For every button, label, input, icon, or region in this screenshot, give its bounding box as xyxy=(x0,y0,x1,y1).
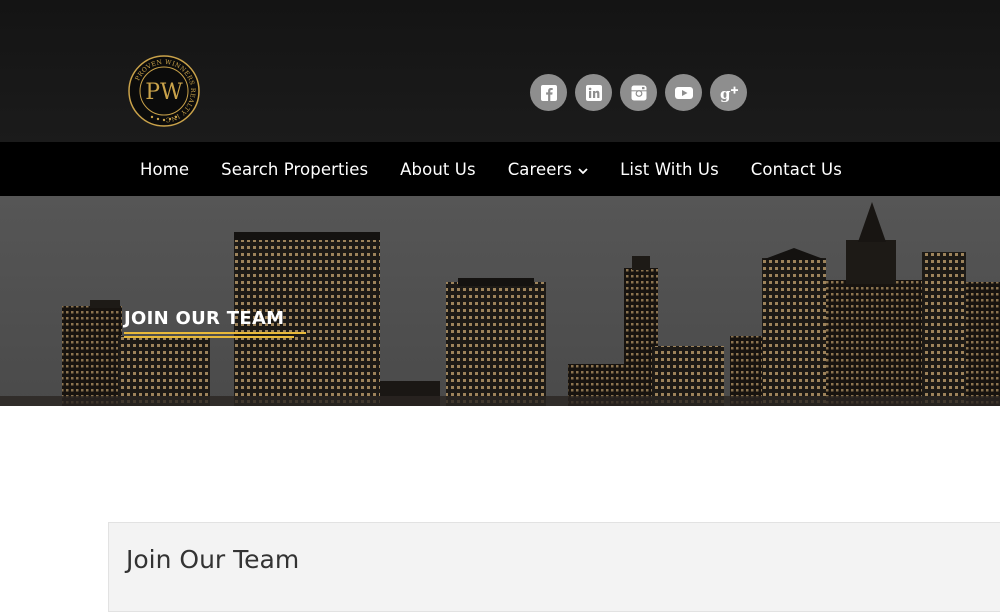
nav-item-careers[interactable]: Careers xyxy=(508,160,588,179)
nav-item-label: List With Us xyxy=(620,159,719,179)
svg-text:g: g xyxy=(720,85,731,102)
page-title: Join Our Team xyxy=(126,545,300,574)
hero-title-underline xyxy=(124,332,306,338)
main-nav: Home Search Properties About Us Careers … xyxy=(0,142,1000,196)
facebook-button[interactable] xyxy=(530,74,567,111)
nav-item-contact-us[interactable]: Contact Us xyxy=(751,160,842,179)
linkedin-button[interactable] xyxy=(575,74,612,111)
social-links: g xyxy=(530,74,747,111)
nav-item-about-us[interactable]: About Us xyxy=(400,160,476,179)
facebook-icon xyxy=(540,84,557,101)
logo-initials: PW xyxy=(145,80,183,105)
youtube-icon xyxy=(674,86,693,99)
content-panel: Join Our Team xyxy=(108,522,1000,612)
nav-item-label: Contact Us xyxy=(750,159,842,179)
chevron-down-icon xyxy=(578,160,588,179)
nav-item-label: Home xyxy=(140,159,190,179)
google-plus-icon: g xyxy=(720,85,738,102)
nav-item-list-with-us[interactable]: List With Us xyxy=(620,160,719,179)
city-skyline-image xyxy=(0,196,1000,406)
nav-item-search-properties[interactable]: Search Properties xyxy=(221,160,368,179)
brand-logo[interactable]: PROVEN WINNERS REALTY INC PW xyxy=(128,55,200,127)
hero-banner: JOIN OUR TEAM xyxy=(0,196,1000,406)
site-header: PROVEN WINNERS REALTY INC PW g xyxy=(0,0,1000,142)
nav-item-home[interactable]: Home xyxy=(140,160,189,179)
youtube-button[interactable] xyxy=(665,74,702,111)
instagram-icon xyxy=(631,85,646,100)
nav-item-label: Search Properties xyxy=(221,159,369,179)
linkedin-icon xyxy=(585,84,602,101)
google-plus-button[interactable]: g xyxy=(710,74,747,111)
nav-item-label: Careers xyxy=(507,159,573,179)
hero-title: JOIN OUR TEAM xyxy=(124,308,285,329)
instagram-button[interactable] xyxy=(620,74,657,111)
nav-list: Home Search Properties About Us Careers … xyxy=(140,142,874,196)
nav-item-label: About Us xyxy=(400,159,476,179)
